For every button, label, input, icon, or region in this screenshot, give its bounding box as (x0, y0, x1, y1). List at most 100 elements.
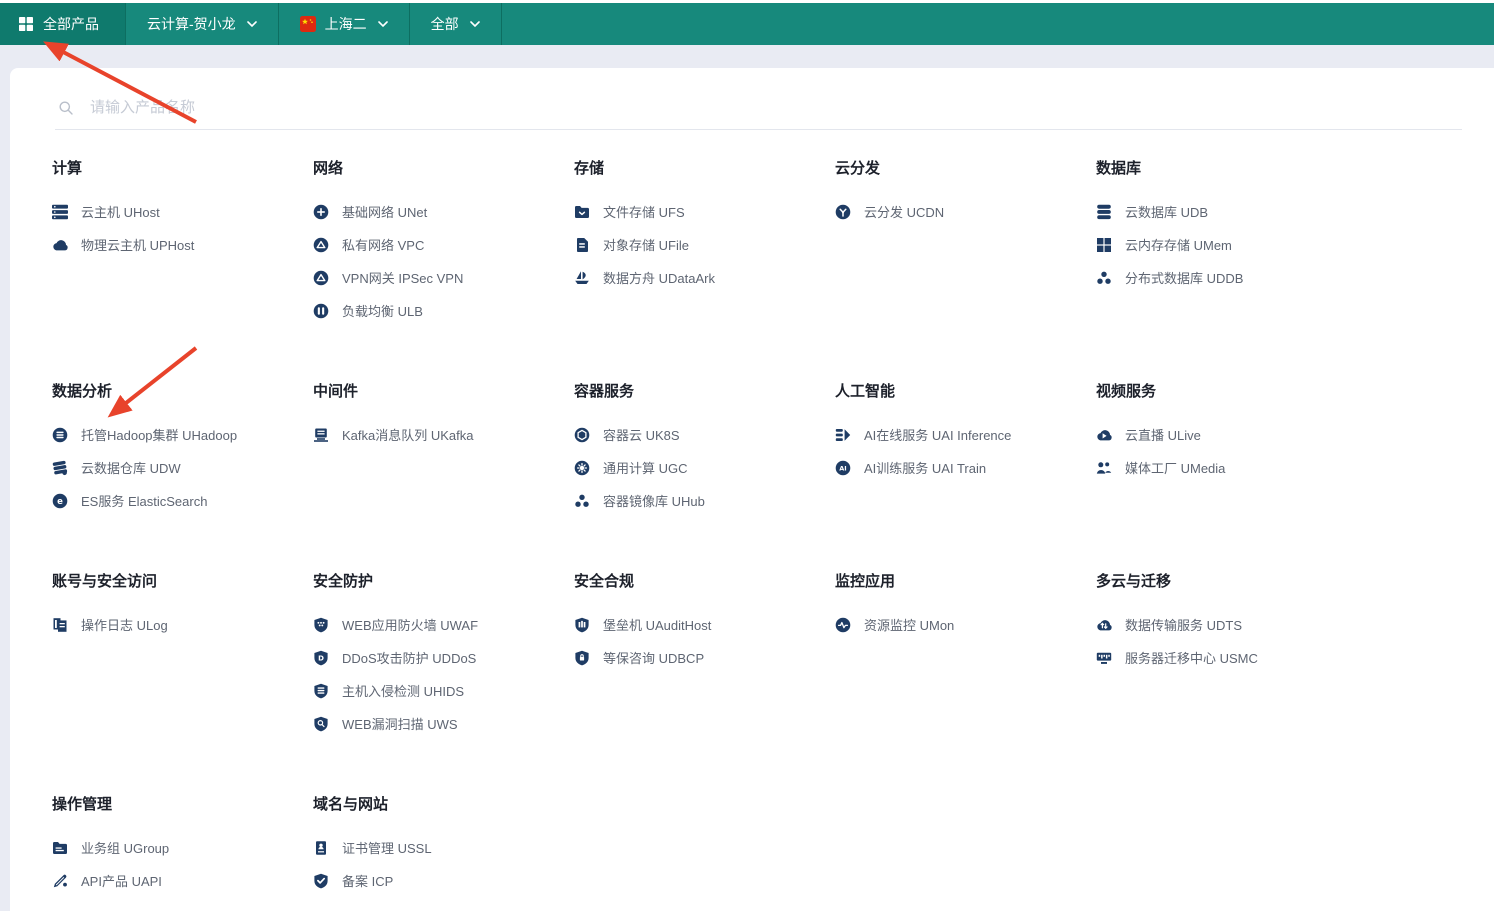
product-item-icp[interactable]: 备案 ICP (313, 864, 574, 897)
product-search-row (55, 68, 1462, 130)
search-input[interactable] (88, 98, 1462, 117)
kafka-icon (313, 427, 329, 443)
product-item-label: 云数据仓库 UDW (81, 458, 181, 477)
product-item-vpc[interactable]: 私有网络 VPC (313, 228, 574, 261)
product-item-uhost[interactable]: 云主机 UHost (52, 195, 313, 228)
section-title-database: 数据库 (1096, 159, 1357, 179)
section-network: 网络基础网络 UNet私有网络 VPCVPN网关 IPSec VPN负载均衡 U… (313, 159, 574, 327)
product-item-ulive[interactable]: 云直播 ULive (1096, 418, 1357, 451)
section-title-video: 视频服务 (1096, 382, 1357, 402)
folder-lines-icon (52, 840, 68, 856)
screen: 全部产品 云计算-贺小龙 上海二 全部 (0, 0, 1494, 911)
product-item-ai-uai-inference[interactable]: AI在线服务 UAI Inference (835, 418, 1096, 451)
grid4-icon (1096, 237, 1112, 253)
product-item-es-elasticsearch[interactable]: eES服务 ElasticSearch (52, 484, 313, 517)
product-item-uhids[interactable]: 主机入侵检测 UHIDS (313, 674, 574, 707)
product-item-label: 分布式数据库 UDDB (1125, 268, 1243, 287)
shield-lines-icon (313, 683, 329, 699)
section-title-operations: 操作管理 (52, 795, 313, 815)
product-item-ufile[interactable]: 对象存储 UFile (574, 228, 835, 261)
section-title-account-security: 账号与安全访问 (52, 572, 313, 592)
section-security-compliance: 安全合规堡垒机 UAuditHost等保咨询 UDBCP (574, 572, 835, 740)
product-item-ulb[interactable]: 负载均衡 ULB (313, 294, 574, 327)
nav-label: 全部产品 (43, 14, 99, 34)
product-item-unet[interactable]: 基础网络 UNet (313, 195, 574, 228)
product-item-umon[interactable]: 资源监控 UMon (835, 608, 1096, 641)
product-item-label: 云数据库 UDB (1125, 202, 1208, 221)
product-item-label: 数据传输服务 UDTS (1125, 615, 1242, 634)
product-item-label: 堡垒机 UAuditHost (603, 615, 711, 634)
product-item-label: AI训练服务 UAI Train (864, 458, 986, 477)
product-item-label: 云直播 ULive (1125, 425, 1201, 444)
server-icon (52, 204, 68, 220)
page-background: 计算云主机 UHost 物理云主机 UPHost 网络基础网络 UNet私有网络 V… (0, 45, 1494, 911)
product-item-ddos-uddos[interactable]: DDDoS攻击防护 UDDoS (313, 641, 574, 674)
product-item-ussl[interactable]: 证书管理 USSL (313, 831, 574, 864)
section-middleware: 中间件Kafka消息队列 UKafka (313, 382, 574, 517)
section-title-cdn: 云分发 (835, 159, 1096, 179)
product-item-label: 物理云主机 UPHost (81, 235, 194, 254)
section-title-data-analysis: 数据分析 (52, 382, 313, 402)
product-grid: 计算云主机 UHost 物理云主机 UPHost 网络基础网络 UNet私有网络 V… (10, 130, 1494, 897)
cluster-dots-icon (1096, 270, 1112, 286)
product-item-uk8s[interactable]: 容器云 UK8S (574, 418, 835, 451)
product-item-web-uwaf[interactable]: WEB应用防火墙 UWAF (313, 608, 574, 641)
nav-region-selector[interactable]: 上海二 (279, 3, 410, 45)
lb-circle-icon (313, 303, 329, 319)
product-item-uaudithost[interactable]: 堡垒机 UAuditHost (574, 608, 835, 641)
svg-text:AI: AI (839, 464, 846, 472)
ai-circle-icon: AI (835, 460, 851, 476)
product-item-label: 证书管理 USSL (342, 838, 432, 857)
product-item-vpn-ipsec-vpn[interactable]: VPN网关 IPSec VPN (313, 261, 574, 294)
section-title-compute: 计算 (52, 159, 313, 179)
product-item-ulog[interactable]: 操作日志 ULog (52, 608, 313, 641)
product-item-label: 备案 ICP (342, 871, 393, 890)
product-item-ufs[interactable]: 文件存储 UFS (574, 195, 835, 228)
section-security-protection: 安全防护WEB应用防火墙 UWAFDDDoS攻击防护 UDDoS主机入侵检测 U… (313, 572, 574, 740)
product-item-label: 对象存储 UFile (603, 235, 689, 254)
nav-label: 全部 (431, 14, 459, 34)
product-item-label: 负载均衡 ULB (342, 301, 423, 320)
product-item-uhub[interactable]: 容器镜像库 UHub (574, 484, 835, 517)
product-item-udbcp[interactable]: 等保咨询 UDBCP (574, 641, 835, 674)
nav-account-menu[interactable]: 云计算-贺小龙 (126, 3, 279, 45)
section-operations: 操作管理业务组 UGroupAPI产品 UAPI (52, 795, 313, 897)
product-item-web-uws[interactable]: WEB漏洞扫描 UWS (313, 707, 574, 740)
product-item-uphost[interactable]: 物理云主机 UPHost (52, 228, 313, 261)
nav-project-selector[interactable]: 全部 (410, 3, 502, 45)
product-item-ugc[interactable]: 通用计算 UGC (574, 451, 835, 484)
product-item-udts[interactable]: 数据传输服务 UDTS (1096, 608, 1357, 641)
shield-scan-icon (313, 716, 329, 732)
product-item-uddb[interactable]: 分布式数据库 UDDB (1096, 261, 1357, 294)
section-title-multicloud-migration: 多云与迁移 (1096, 572, 1357, 592)
product-item-hadoop-uhadoop[interactable]: 托管Hadoop集群 UHadoop (52, 418, 313, 451)
product-item-label: AI在线服务 UAI Inference (864, 425, 1011, 444)
section-title-storage: 存储 (574, 159, 835, 179)
product-item-usmc[interactable]: 服务器迁移中心 USMC (1096, 641, 1357, 674)
product-item-label: 托管Hadoop集群 UHadoop (81, 425, 237, 444)
file-icon (574, 237, 590, 253)
database-icon (1096, 204, 1112, 220)
product-item-ugroup[interactable]: 业务组 UGroup (52, 831, 313, 864)
section-multicloud-migration: 多云与迁移数据传输服务 UDTS 服务器迁移中心 USMC (1096, 572, 1357, 740)
product-grid-row: 操作管理业务组 UGroupAPI产品 UAPI域名与网站证书管理 USSL备案… (10, 795, 1494, 897)
product-item-kafka-ukafka[interactable]: Kafka消息队列 UKafka (313, 418, 574, 451)
product-item-udw[interactable]: 云数据仓库 UDW (52, 451, 313, 484)
product-item-ucdn[interactable]: 云分发 UCDN (835, 195, 1096, 228)
product-grid-row: 账号与安全访问操作日志 ULog安全防护WEB应用防火墙 UWAFDDDoS攻击… (10, 572, 1494, 740)
chevron-down-icon (378, 21, 388, 28)
product-item-label: 容器云 UK8S (603, 425, 680, 444)
product-item-api-uapi[interactable]: API产品 UAPI (52, 864, 313, 897)
product-item-umem[interactable]: 云内存存储 UMem (1096, 228, 1357, 261)
product-item-label: ES服务 ElasticSearch (81, 491, 207, 510)
product-item-udb[interactable]: 云数据库 UDB (1096, 195, 1357, 228)
product-item-label: 媒体工厂 UMedia (1125, 458, 1225, 477)
nav-all-products[interactable]: 全部产品 (0, 3, 126, 45)
shield-check-icon (313, 873, 329, 889)
product-item-label: 通用计算 UGC (603, 458, 688, 477)
vpn-circle-icon (313, 270, 329, 286)
product-item-udataark[interactable]: 数据方舟 UDataArk (574, 261, 835, 294)
product-item-umedia[interactable]: 媒体工厂 UMedia (1096, 451, 1357, 484)
nav-label: 上海二 (325, 14, 367, 34)
product-item-ai-uai-train[interactable]: AI AI训练服务 UAI Train (835, 451, 1096, 484)
